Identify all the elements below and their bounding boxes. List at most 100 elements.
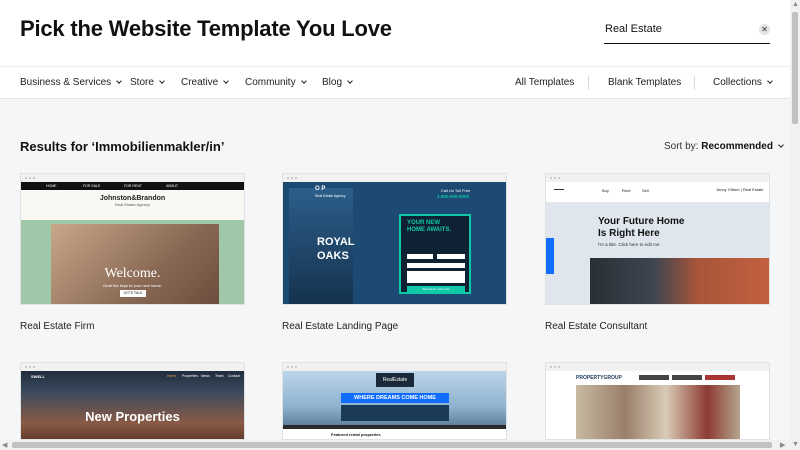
preview-nav-item: Buy	[602, 188, 609, 193]
chevron-down-icon	[300, 78, 307, 84]
blank-templates-link[interactable]: Blank Templates	[608, 77, 681, 88]
preview-hero: SWELL Home Properties News Team Contact …	[21, 371, 244, 439]
preview-photo	[576, 385, 740, 439]
preview-headline: Is Right Here	[598, 228, 660, 239]
preview-nav-item: ABOUT	[166, 184, 179, 188]
preview-text-block	[341, 405, 449, 421]
preview-nav-item: FOR RENT	[124, 184, 142, 188]
scroll-right-icon[interactable]: ▶	[780, 441, 785, 449]
search-box[interactable]: ✕	[604, 18, 770, 44]
preview-call: Call Us Toll Free	[441, 188, 471, 193]
preview-form-field	[407, 263, 465, 268]
preview-nav-item: Home	[167, 374, 177, 378]
preview-brand: Johnston&Brandon	[99, 195, 166, 202]
close-icon[interactable]: ✕	[759, 24, 770, 35]
template-thumbnail[interactable]: RealEstate WHERE DREAMS COME HOME Featur…	[282, 362, 507, 440]
preview-form-field	[407, 254, 433, 259]
preview-agent: Jenny Gilbert | Real Estate	[716, 187, 764, 192]
preview-nav-item: Rent	[622, 188, 631, 193]
preview-hero: Your Future Home Is Right Here I'm a tit…	[546, 202, 769, 304]
nav-label: Store	[130, 77, 154, 88]
scrollbar-thumb[interactable]	[792, 12, 798, 124]
sort-dropdown[interactable]: Sort by: Recommended	[664, 141, 784, 152]
all-templates-link[interactable]: All Templates	[515, 77, 574, 88]
scroll-down-icon[interactable]: ▼	[792, 441, 799, 448]
template-name[interactable]: Real Estate Consultant	[545, 321, 647, 332]
scroll-up-icon[interactable]: ▲	[792, 1, 799, 8]
nav-business-services[interactable]: Business & Services	[20, 77, 122, 88]
sort-label: Sort by:	[664, 141, 699, 152]
nav-label: Collections	[713, 77, 762, 88]
nav-creative[interactable]: Creative	[181, 77, 230, 88]
collections-menu[interactable]: Collections	[713, 77, 773, 88]
preview-headline: ROYAL	[317, 236, 355, 248]
browser-bar	[546, 363, 769, 371]
chevron-down-icon	[767, 78, 773, 84]
preview-phone: 1-800-000-0000	[437, 194, 470, 199]
page-title: Pick the Website Template You Love	[20, 16, 392, 41]
preview-headline: OAKS	[317, 250, 349, 262]
template-thumbnail[interactable]: O P Real Estate Agency Call Us Toll Free…	[282, 173, 507, 305]
template-name[interactable]: Real Estate Firm	[20, 321, 94, 332]
preview-nav-item: News	[201, 374, 210, 378]
category-nav: Business & Services Store Creative Commu…	[0, 66, 790, 99]
preview-nav-item: FOR SALE	[83, 184, 101, 188]
template-thumbnail[interactable]: PROPERTYGROUP	[545, 362, 770, 440]
vertical-scrollbar[interactable]: ▲ ▼	[790, 0, 800, 450]
preview-nav-item: HOME	[46, 184, 57, 188]
preview-agency: Real Estate Agency	[315, 194, 346, 198]
template-thumbnail[interactable]: Buy Rent Sell Jenny Gilbert | Real Estat…	[545, 173, 770, 305]
browser-bar	[546, 174, 769, 182]
preview-headline: Welcome.	[104, 266, 161, 281]
chevron-down-icon	[159, 78, 165, 84]
nav-label: Creative	[181, 77, 219, 88]
preview-nav: HOME FOR SALE FOR RENT ABOUT	[21, 182, 244, 190]
search-input[interactable]	[604, 18, 744, 40]
preview-hero: Welcome. Grab the keys to your new home.…	[21, 220, 244, 304]
preview-form-title: YOUR NEW	[407, 220, 440, 226]
preview-nav-item: Properties	[182, 374, 198, 378]
preview-section: Featured rental properties	[283, 425, 506, 439]
scroll-left-icon[interactable]: ◀	[2, 441, 7, 449]
browser-bar	[283, 174, 506, 182]
browser-bar	[21, 174, 244, 182]
preview-form-field	[437, 254, 465, 259]
preview-form: YOUR NEW HOME AWAITS. Submit for more in…	[399, 214, 471, 294]
preview-nav	[283, 425, 506, 429]
preview-hero: RealEstate WHERE DREAMS COME HOME Featur…	[283, 371, 506, 439]
preview-submit: Submit for more info	[407, 286, 465, 292]
template-thumbnail[interactable]: SWELL Home Properties News Team Contact …	[20, 362, 245, 440]
results-heading: Results for ‘Immobilienmakler/in’	[20, 139, 225, 154]
preview-nav-item: Contact	[228, 374, 241, 378]
preview-headline: Your Future Home	[598, 216, 685, 227]
horizontal-scrollbar[interactable]: ◀ ▶	[0, 440, 790, 450]
nav-community[interactable]: Community	[245, 77, 307, 88]
preview-sub: Grab the keys to your new home.	[103, 283, 162, 288]
nav-divider	[588, 76, 589, 90]
chevron-down-icon	[778, 142, 784, 148]
preview-building	[590, 258, 769, 304]
scrollbar-thumb[interactable]	[12, 442, 772, 448]
preview-brand: SWELL	[31, 374, 45, 379]
template-thumbnail[interactable]: HOME FOR SALE FOR RENT ABOUT Johnston&Br…	[20, 173, 245, 305]
preview-nav-item	[705, 375, 735, 380]
browser-bar	[21, 363, 244, 371]
preview-featured: Featured rental properties	[331, 432, 381, 437]
preview-hero: PROPERTYGROUP	[546, 371, 769, 439]
preview-headline: New Properties	[85, 409, 180, 424]
nav-blog[interactable]: Blog	[322, 77, 353, 88]
preview-form-field	[407, 271, 465, 283]
preview-nav-item	[672, 375, 702, 380]
nav-store[interactable]: Store	[130, 77, 165, 88]
preview-sub: I'm a title. Click here to edit me.	[598, 242, 661, 247]
nav-label: Business & Services	[20, 77, 112, 88]
preview-nav-item: Team	[215, 374, 224, 378]
nav-label: Blog	[322, 77, 343, 88]
chevron-down-icon	[223, 78, 230, 84]
template-name[interactable]: Real Estate Landing Page	[282, 321, 398, 332]
preview-nav-item: Sell	[642, 188, 649, 193]
preview-brand: PROPERTYGROUP	[576, 375, 622, 381]
chevron-down-icon	[116, 78, 122, 84]
preview-side-tab	[546, 238, 554, 274]
preview-form-title: HOME AWAITS.	[407, 227, 452, 233]
